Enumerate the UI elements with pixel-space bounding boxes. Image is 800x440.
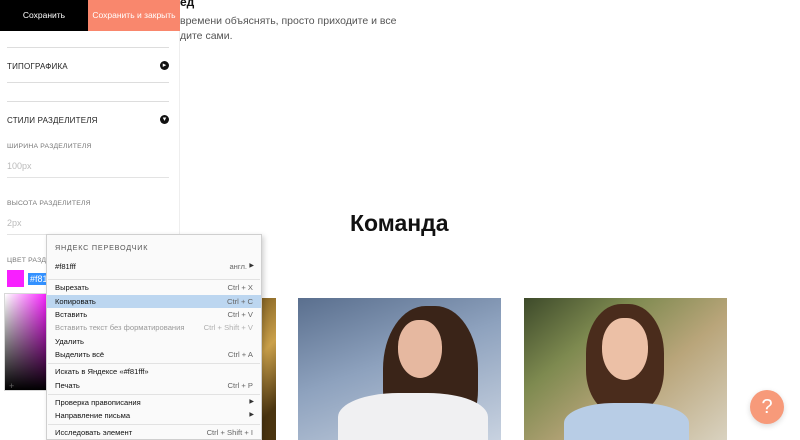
menu-separator: [48, 394, 260, 395]
menu-item-paste[interactable]: Вставить Ctrl + V: [47, 308, 261, 321]
circle-arrow-down-icon[interactable]: ▾: [160, 115, 169, 124]
divider-color-label: ЦВЕТ РАЗДЕ: [7, 257, 51, 264]
menu-item-shortcut: Ctrl + Shift + V: [203, 323, 253, 332]
team-section-title: Команда: [350, 210, 449, 236]
menu-item-paste-plain[interactable]: Вставить текст без форматирования Ctrl +…: [47, 321, 261, 334]
menu-separator: [48, 279, 260, 280]
translator-header: ЯНДЕКС ПЕРЕВОДЧИК: [55, 243, 149, 252]
menu-item-label: Печать: [55, 381, 80, 390]
divider-height-input[interactable]: 2px: [7, 218, 22, 228]
divider-width-input[interactable]: 100px: [7, 161, 32, 171]
menu-item-spellcheck[interactable]: Проверка правописания ▶: [47, 396, 261, 409]
input-underline: [7, 177, 169, 178]
triangle-right-icon: ▶: [249, 263, 254, 269]
divider-line: [7, 101, 169, 102]
menu-item-shortcut: Ctrl + P: [227, 381, 253, 390]
menu-item-print[interactable]: Печать Ctrl + P: [47, 379, 261, 392]
menu-item-copy[interactable]: Копировать Ctrl + C: [47, 295, 261, 308]
menu-item-label: Вырезать: [55, 283, 89, 292]
menu-item-label: Проверка правописания: [55, 398, 141, 407]
menu-item-label: Вставить: [55, 310, 88, 319]
divider-line: [7, 47, 169, 48]
team-photo-2: [298, 298, 501, 440]
help-button[interactable]: ?: [750, 390, 784, 424]
color-picker-gradient[interactable]: [4, 293, 48, 391]
translate-source: #f81fff: [55, 262, 76, 271]
color-swatch[interactable]: [7, 270, 24, 287]
divider-styles-section-label[interactable]: СТИЛИ РАЗДЕЛИТЕЛЯ: [7, 116, 98, 125]
menu-item-shortcut: Ctrl + X: [227, 283, 253, 292]
translate-language[interactable]: англ.: [229, 260, 247, 273]
plus-icon[interactable]: +: [9, 381, 14, 391]
intro-line-2: дите сами.: [180, 30, 233, 42]
menu-item-shortcut: Ctrl + V: [227, 310, 253, 319]
menu-item-label: Удалить: [55, 337, 84, 346]
page-heading-fragment: ед: [180, 0, 195, 9]
divider-width-label: ШИРИНА РАЗДЕЛИТЕЛЯ: [7, 143, 92, 150]
triangle-right-icon: ▶: [249, 399, 254, 405]
divider-height-label: ВЫСОТА РАЗДЕЛИТЕЛЯ: [7, 200, 91, 207]
menu-item-label: Направление письма: [55, 411, 131, 420]
menu-item-label: Копировать: [55, 297, 96, 306]
typography-section-label[interactable]: ТИПОГРАФИКА: [7, 62, 68, 71]
menu-item-label: Вставить текст без форматирования: [55, 323, 185, 332]
menu-item-shortcut: Ctrl + A: [227, 350, 253, 359]
menu-item-inspect[interactable]: Исследовать элемент Ctrl + Shift + I: [47, 426, 261, 439]
save-and-close-button[interactable]: Сохранить и закрыть: [88, 0, 180, 31]
menu-item-label: Искать в Яндексе «#f81fff»: [55, 367, 149, 376]
save-button[interactable]: Сохранить: [0, 0, 88, 31]
translate-row[interactable]: #f81fff англ. ▶: [47, 260, 261, 273]
context-menu: ЯНДЕКС ПЕРЕВОДЧИК #f81fff англ. ▶ Выреза…: [46, 234, 262, 440]
menu-item-label: Выделить всё: [55, 350, 105, 359]
team-photo-3: [524, 298, 727, 440]
menu-item-shortcut: Ctrl + Shift + I: [206, 428, 253, 437]
triangle-right-icon: ▶: [249, 412, 254, 418]
menu-item-label: Исследовать элемент: [55, 428, 133, 437]
divider-line: [7, 82, 169, 83]
menu-item-cut[interactable]: Вырезать Ctrl + X: [47, 281, 261, 294]
circle-arrow-right-icon[interactable]: ▸: [160, 61, 169, 70]
menu-item-select-all[interactable]: Выделить всё Ctrl + A: [47, 348, 261, 361]
menu-item-search-yandex[interactable]: Искать в Яндексе «#f81fff»: [47, 365, 261, 378]
menu-separator: [48, 424, 260, 425]
menu-item-shortcut: Ctrl + C: [227, 297, 253, 306]
menu-separator: [48, 363, 260, 364]
menu-item-writing-direction[interactable]: Направление письма ▶: [47, 409, 261, 422]
menu-item-delete[interactable]: Удалить: [47, 335, 261, 348]
